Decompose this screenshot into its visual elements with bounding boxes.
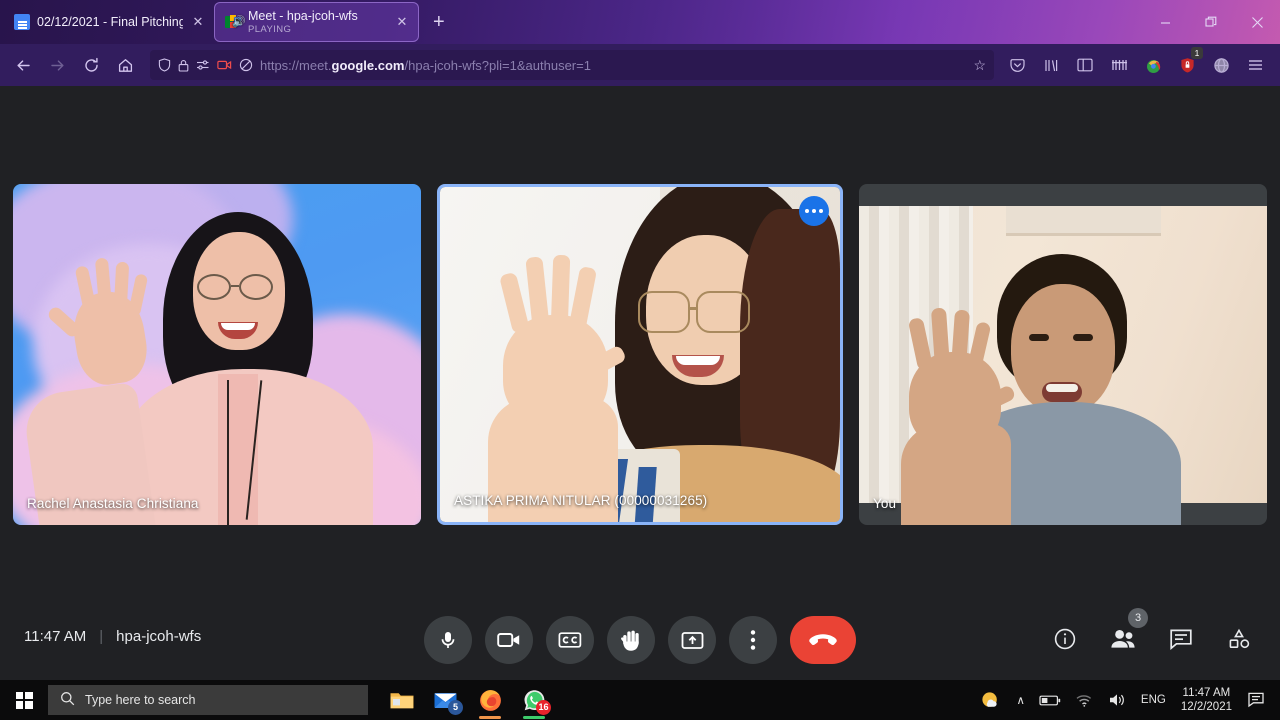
participant-name: Rachel Anastasia Christiana [27, 496, 199, 511]
vertical-tabs-icon[interactable] [1104, 50, 1134, 80]
search-icon [60, 691, 75, 709]
google-docs-icon [14, 14, 30, 30]
address-bar[interactable]: https://meet.google.com/hpa-jcoh-wfs?pli… [150, 50, 994, 80]
activities-button[interactable] [1222, 622, 1256, 656]
input-language[interactable]: ENG [1134, 680, 1173, 720]
new-tab-button[interactable]: + [433, 12, 445, 32]
tab-audio-playing-icon[interactable]: 🔊 [232, 15, 246, 28]
browser-navbar: https://meet.google.com/hpa-jcoh-wfs?pli… [0, 44, 1280, 86]
tile-more-options-button[interactable] [799, 196, 829, 226]
taskbar-whatsapp[interactable]: 16 [514, 680, 554, 720]
permissions-icon[interactable] [196, 59, 210, 71]
back-button[interactable] [6, 50, 40, 80]
show-hidden-icons-chevron[interactable]: ∧ [1009, 680, 1031, 720]
tab-title: Meet - hpa-jcoh-wfs [248, 9, 387, 24]
volume-icon[interactable] [1101, 680, 1134, 720]
camera-blocked-icon[interactable] [217, 59, 232, 71]
search-placeholder: Type here to search [85, 693, 195, 707]
url-scheme: https://meet. [260, 58, 332, 73]
meet-right-controls: 3 [1048, 622, 1256, 656]
tab-final-pitching[interactable]: 02/12/2021 - Final Pitching - Go ✕ [4, 4, 214, 40]
window-controls [1142, 0, 1280, 44]
google-meet-app: Rachel Anastasia Christiana [0, 86, 1280, 680]
weather-sun-cloud-icon[interactable] [973, 680, 1009, 720]
app-menu-icon[interactable] [1240, 50, 1270, 80]
participant-name: You [873, 496, 896, 511]
whatsapp-badge: 16 [536, 700, 551, 715]
show-everyone-button[interactable]: 3 [1106, 622, 1140, 656]
shield-icon[interactable] [158, 58, 171, 72]
participant-count-badge: 3 [1128, 608, 1148, 628]
raise-hand-button[interactable] [607, 616, 655, 664]
taskbar-clock[interactable]: 11:47 AM 12/2/2021 [1173, 686, 1240, 714]
start-button[interactable] [0, 680, 48, 720]
adblock-shield-icon[interactable]: 1 [1172, 50, 1202, 80]
reload-button[interactable] [74, 50, 108, 80]
more-options-button[interactable] [729, 616, 777, 664]
taskbar-search-box[interactable]: Type here to search [48, 685, 368, 715]
battery-icon[interactable] [1032, 680, 1068, 720]
participant-video [440, 187, 840, 522]
tab-close-button[interactable]: ✕ [394, 14, 410, 30]
taskbar-mail[interactable]: 5 [426, 680, 466, 720]
library-icon[interactable] [1036, 50, 1066, 80]
lock-icon[interactable] [178, 59, 189, 72]
forward-button[interactable] [40, 50, 74, 80]
mail-badge: 5 [448, 700, 463, 715]
maximize-button[interactable] [1188, 0, 1234, 44]
leave-call-button[interactable] [790, 616, 856, 664]
taskbar-file-explorer[interactable] [382, 680, 422, 720]
chat-button[interactable] [1164, 622, 1198, 656]
tab-meet[interactable]: 🔊 Meet - hpa-jcoh-wfs PLAYING ✕ [214, 2, 419, 42]
participant-tiles: Rachel Anastasia Christiana [0, 182, 1280, 527]
tab-title: 02/12/2021 - Final Pitching - Go [37, 15, 183, 30]
windows-taskbar: Type here to search 5 [0, 680, 1280, 720]
notifications-icon[interactable] [1240, 680, 1274, 720]
extension-colorful-icon[interactable] [1138, 50, 1168, 80]
tab-close-button[interactable]: ✕ [190, 14, 206, 30]
tabstrip: 02/12/2021 - Final Pitching - Go ✕ 🔊 Mee… [0, 0, 445, 44]
participant-video [13, 184, 421, 525]
autoplay-blocked-icon[interactable] [239, 58, 253, 72]
participant-tile-rachel[interactable]: Rachel Anastasia Christiana [13, 184, 421, 525]
camera-button[interactable] [485, 616, 533, 664]
participant-tile-astika[interactable]: ASTIKA PRIMA NITULAR (00000031265) [437, 184, 843, 525]
meeting-details-button[interactable] [1048, 622, 1082, 656]
close-window-button[interactable] [1234, 0, 1280, 44]
taskbar-firefox[interactable] [470, 680, 510, 720]
browser-titlebar: 02/12/2021 - Final Pitching - Go ✕ 🔊 Mee… [0, 0, 1280, 44]
present-button[interactable] [668, 616, 716, 664]
url-domain: google.com [332, 58, 405, 73]
participant-name: ASTIKA PRIMA NITULAR (00000031265) [454, 493, 707, 508]
participant-tile-self[interactable]: You [859, 184, 1267, 525]
windows-logo-icon [16, 692, 33, 709]
url-path: /hpa-jcoh-wfs?pli=1&authuser=1 [405, 58, 591, 73]
bookmark-star-icon[interactable]: ☆ [973, 57, 986, 74]
taskbar-apps: 5 16 [382, 680, 554, 720]
clock-date: 12/2/2021 [1181, 700, 1232, 714]
participant-video [859, 206, 1267, 503]
pocket-icon[interactable] [1002, 50, 1032, 80]
browser-toolbar-icons: 1 [1002, 50, 1274, 80]
wifi-icon[interactable] [1068, 680, 1101, 720]
sidebar-icon[interactable] [1070, 50, 1100, 80]
meet-control-bar: 11:47 AM | hpa-jcoh-wfs [0, 600, 1280, 680]
url-text[interactable]: https://meet.google.com/hpa-jcoh-wfs?pli… [260, 58, 966, 73]
clock-time: 11:47 AM [1183, 686, 1231, 700]
minimize-button[interactable] [1142, 0, 1188, 44]
google-meet-icon: 🔊 [225, 14, 241, 30]
tab-audio-status: PLAYING [248, 24, 387, 36]
captions-button[interactable] [546, 616, 594, 664]
home-button[interactable] [108, 50, 142, 80]
screen: 02/12/2021 - Final Pitching - Go ✕ 🔊 Mee… [0, 0, 1280, 720]
extension-badge-count: 1 [1191, 47, 1203, 59]
system-tray: ∧ ENG 11:47 AM 12/2/2021 [973, 680, 1280, 720]
microphone-button[interactable] [424, 616, 472, 664]
globe-icon[interactable] [1206, 50, 1236, 80]
